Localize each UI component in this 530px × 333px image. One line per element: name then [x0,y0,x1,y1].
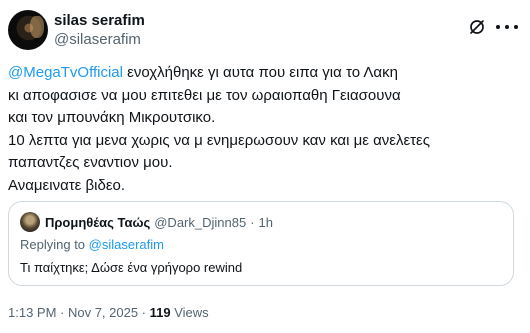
quoted-display-name: Προμηθέας Ταώς [45,214,151,230]
replying-to: Replying to @silaserafim [20,237,164,252]
quoted-text: Τι παίχτηκε; Δώσε ένα γρήγορο rewind [20,260,243,275]
timestamp[interactable]: 1:13 PM · Nov 7, 2025 · [8,305,150,320]
author-handle[interactable]: @silaserafim [54,30,145,50]
avatar[interactable] [8,10,48,50]
tweet-line-4: 10 λεπτα για μενα χωρις να μ ενημερωσουν… [8,131,430,149]
separator-dot: · [250,214,255,230]
views-label: Views [170,305,209,320]
replying-to-handle[interactable]: @silaserafim [89,237,164,252]
tweet-line-5: παπαντζες εναντιον μου. [8,154,173,171]
author-block[interactable]: silas serafim @silaserafim [54,12,145,50]
tweet-line-6: Αναμεινατε βιδεο. [8,176,126,194]
quoted-tweet-header: Προμηθέας Ταώς @Dark_Djinn85 · 1h [20,212,273,232]
tweet-card: silas serafim @silaserafim @MegaTvOffici… [0,0,530,333]
quoted-time: 1h [258,214,274,230]
author-display-name[interactable]: silas serafim [54,12,145,30]
replying-prefix: Replying to [20,237,89,252]
tweet-header: silas serafim @silaserafim [8,8,522,50]
tweet-line-1: ενοχλήθηκε γι αυτα που ειπα για το Λακη [122,64,398,81]
quoted-avatar [20,212,40,232]
mention-link[interactable]: @MegaTvOfficial [8,64,123,81]
tweet-text: @MegaTvOfficial ενοχλήθηκε γι αυτα που ε… [8,62,513,197]
grok-icon[interactable] [468,18,486,36]
quoted-handle: @Dark_Djinn85 [154,214,247,230]
views-count: 119 [149,305,171,320]
more-icon[interactable] [496,18,518,36]
tweet-line-3: και τον μπουνάκη Μικρουτσικο. [8,109,216,126]
tweet-line-2: κι αποφασισε να μου επιτεθει με τον ωραι… [8,86,401,104]
quoted-tweet[interactable]: Προμηθέας Ταώς @Dark_Djinn85 · 1h Replyi… [8,201,514,286]
tweet-meta: 1:13 PM · Nov 7, 2025 · 119 Views [8,305,209,320]
